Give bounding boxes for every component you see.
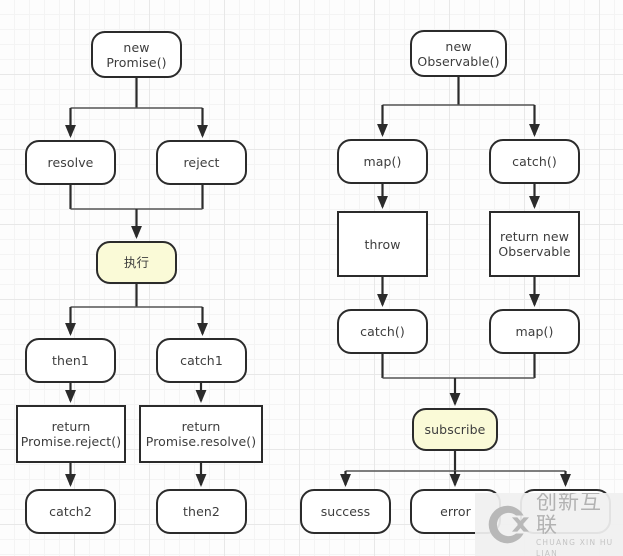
- node-return-promise-resolve[interactable]: return Promise.resolve(): [139, 405, 263, 463]
- node-map-1[interactable]: map(): [337, 139, 428, 184]
- node-then2[interactable]: then2: [156, 489, 247, 534]
- node-execute[interactable]: 执行: [96, 241, 177, 284]
- node-return-new-observable[interactable]: return new Observable: [489, 211, 580, 277]
- node-return-promise-reject[interactable]: return Promise.reject(): [16, 405, 126, 463]
- watermark-text-en: CHUANG XIN HU LIAN: [536, 537, 614, 556]
- node-subscribe[interactable]: subscribe: [412, 408, 498, 451]
- node-catch2[interactable]: catch2: [25, 489, 116, 534]
- node-new-promise[interactable]: new Promise(): [91, 31, 182, 78]
- watermark-text: 创新互联 CHUANG XIN HU LIAN: [536, 493, 623, 556]
- node-then1[interactable]: then1: [25, 338, 116, 383]
- node-reject[interactable]: reject: [156, 140, 247, 185]
- watermark-overlay: 创新互联 CHUANG XIN HU LIAN: [475, 493, 623, 556]
- node-throw[interactable]: throw: [337, 211, 428, 277]
- node-catch-2[interactable]: catch(): [337, 309, 428, 354]
- node-new-observable[interactable]: new Observable(): [410, 30, 507, 77]
- node-catch-1[interactable]: catch(): [489, 139, 580, 184]
- flowchart-canvas: new Promise() resolve reject 执行 then1 ca…: [0, 0, 623, 556]
- node-success[interactable]: success: [300, 489, 391, 534]
- watermark-logo-icon: [488, 505, 529, 544]
- watermark-text-cn: 创新互联: [536, 493, 602, 537]
- flowchart-edges: [64, 77, 572, 487]
- node-catch1[interactable]: catch1: [156, 338, 247, 383]
- node-resolve[interactable]: resolve: [25, 140, 116, 185]
- node-map-2[interactable]: map(): [489, 309, 580, 354]
